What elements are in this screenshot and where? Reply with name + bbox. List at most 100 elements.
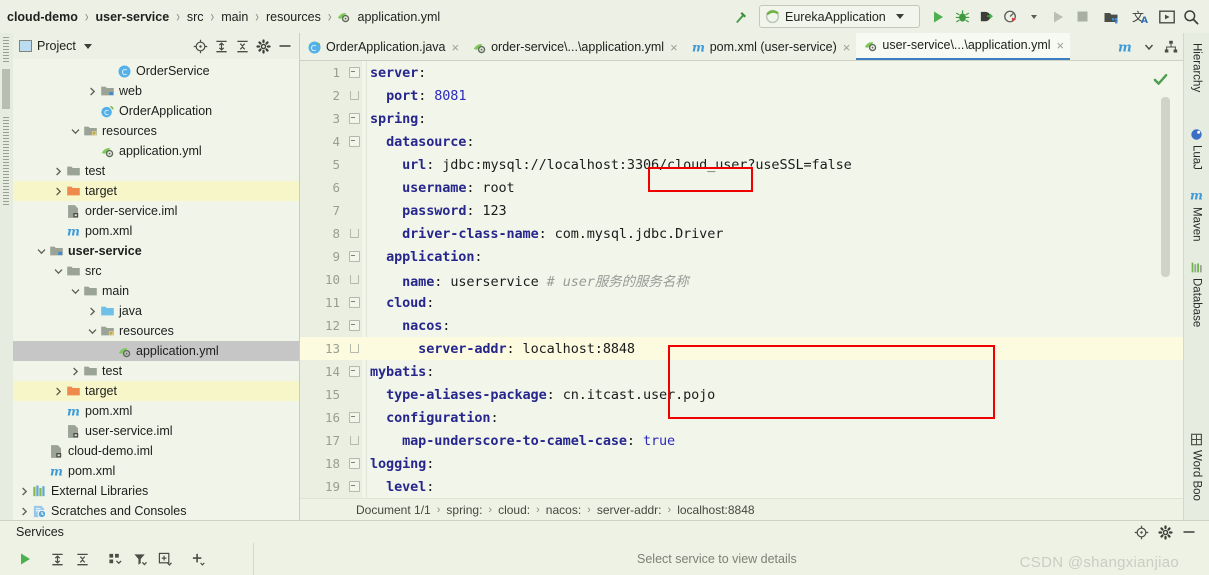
breadcrumb-item-cloud-demo[interactable]: cloud-demo — [4, 10, 81, 24]
code-line[interactable]: 10 name: userservice # user服务的服务名称 — [300, 268, 1184, 291]
code-line[interactable]: 13 server-addr: localhost:8848 — [300, 337, 1184, 360]
settings-gear-icon[interactable] — [1153, 521, 1177, 543]
editor-breadcrumb-item[interactable]: Document 1/1 — [356, 503, 431, 517]
group-icon[interactable] — [103, 544, 128, 574]
chevron-right-icon[interactable] — [85, 81, 99, 101]
chevron-right-icon[interactable] — [68, 361, 82, 381]
run-configuration-selector[interactable]: EurekaApplication — [759, 5, 920, 28]
editor-breadcrumb-item[interactable]: localhost:8848 — [677, 503, 754, 517]
code-line[interactable]: 1 server: — [300, 61, 1184, 84]
chevron-down-icon[interactable] — [85, 321, 99, 341]
search-everywhere-button[interactable] — [1180, 5, 1202, 29]
code-line[interactable]: 11 cloud: — [300, 291, 1184, 314]
editor-breadcrumb-item[interactable]: nacos: — [546, 503, 581, 517]
tree-node-orderservice[interactable]: C OrderService — [13, 61, 299, 81]
right-tab-hierarchy[interactable]: Hierarchy — [1184, 43, 1209, 92]
add-tab-icon[interactable] — [153, 544, 178, 574]
run-icon[interactable] — [12, 544, 37, 574]
tree-node-resources[interactable]: resources — [13, 121, 299, 141]
right-tab-database[interactable]: Database — [1184, 261, 1209, 327]
tree-node-order-service-iml[interactable]: order-service.iml — [13, 201, 299, 221]
chevron-right-icon[interactable] — [51, 381, 65, 401]
chevron-right-icon[interactable] — [51, 181, 65, 201]
strip-grip-handle[interactable] — [2, 69, 10, 109]
right-tab-maven[interactable]: m Maven — [1184, 188, 1209, 242]
tree-node-user-service[interactable]: user-service — [13, 241, 299, 261]
code-line[interactable]: 17 map-underscore-to-camel-case: true — [300, 429, 1184, 452]
code-line[interactable]: 2 port: 8081 — [300, 84, 1184, 107]
code-line[interactable]: 4 datasource: — [300, 130, 1184, 153]
breadcrumb-item-resources[interactable]: resources — [263, 10, 324, 24]
tree-node-pom-xml[interactable]: m pom.xml — [13, 221, 299, 241]
editor-tab-pom-xml-user-service-[interactable]: m pom.xml (user-service) × — [684, 34, 857, 60]
code-editor[interactable]: 1 server: 2 port: 8081 3 spring: 4 datasource… — [300, 61, 1184, 498]
chevron-down-icon[interactable] — [68, 281, 82, 301]
fold-collapse-icon[interactable] — [346, 67, 362, 78]
fold-collapse-icon[interactable] — [346, 366, 362, 377]
chevron-down-icon[interactable] — [895, 14, 904, 19]
code-line[interactable]: 15 type-aliases-package: cn.itcast.user.… — [300, 383, 1184, 406]
overflow-tab-maven-icon[interactable]: m — [1113, 35, 1137, 59]
structure-icon[interactable] — [1161, 35, 1181, 59]
tree-node-scratches-and-consoles[interactable]: Scratches and Consoles — [13, 501, 299, 521]
fold-collapse-icon[interactable] — [346, 251, 362, 262]
code-line[interactable]: 18 logging: — [300, 452, 1184, 475]
breadcrumb-item-user-service[interactable]: user-service — [93, 10, 173, 24]
code-line[interactable]: 3 spring: — [300, 107, 1184, 130]
breadcrumb-item-application-yml[interactable]: application.yml — [336, 9, 444, 24]
tree-node-user-service-iml[interactable]: user-service.iml — [13, 421, 299, 441]
locate-icon[interactable] — [190, 36, 211, 56]
tree-node-src[interactable]: src — [13, 261, 299, 281]
close-icon[interactable]: × — [452, 40, 460, 55]
run-button[interactable] — [927, 5, 949, 29]
fold-collapse-icon[interactable] — [346, 458, 362, 469]
fold-collapse-icon[interactable] — [346, 481, 362, 492]
fold-collapse-icon[interactable] — [346, 412, 362, 423]
editor-tab-order-service-application-yml[interactable]: order-service\...\application.yml × — [465, 34, 684, 60]
expand-all-icon[interactable] — [211, 36, 232, 56]
chevron-right-icon[interactable] — [51, 161, 65, 181]
hammer-icon[interactable] — [730, 5, 752, 29]
fold-collapse-icon[interactable] — [346, 136, 362, 147]
chevron-down-icon[interactable] — [68, 121, 82, 141]
green-check-icon[interactable] — [1153, 72, 1168, 90]
run-with-coverage-button[interactable] — [975, 5, 997, 29]
profile-button[interactable] — [999, 5, 1021, 29]
debug-button[interactable] — [951, 5, 973, 29]
tree-node-application-yml[interactable]: application.yml — [13, 341, 299, 361]
chevron-down-icon[interactable] — [83, 43, 92, 49]
code-line[interactable]: 16 configuration: — [300, 406, 1184, 429]
code-line[interactable]: 6 username: root — [300, 176, 1184, 199]
tree-node-cloud-demo-iml[interactable]: cloud-demo.iml — [13, 441, 299, 461]
breadcrumb-item-src[interactable]: src — [184, 10, 207, 24]
tree-node-main[interactable]: main — [13, 281, 299, 301]
chevron-down-icon[interactable] — [51, 261, 65, 281]
chevron-right-icon[interactable] — [17, 501, 31, 521]
tree-node-resources[interactable]: resources — [13, 321, 299, 341]
code-line[interactable]: 19 level: — [300, 475, 1184, 498]
project-tree[interactable]: C OrderService web C OrderApplication resourc… — [13, 59, 299, 522]
close-icon[interactable]: × — [1057, 38, 1065, 53]
chevron-down-icon[interactable] — [1139, 35, 1159, 59]
code-lines[interactable]: 1 server: 2 port: 8081 3 spring: 4 datasource… — [300, 61, 1184, 498]
editor-tab-user-service-application-yml[interactable]: user-service\...\application.yml × — [856, 33, 1071, 60]
add-icon[interactable] — [186, 544, 211, 574]
chevron-right-icon[interactable] — [85, 301, 99, 321]
collapse-all-icon[interactable] — [70, 544, 95, 574]
close-icon[interactable]: × — [843, 40, 851, 55]
code-line[interactable]: 12 nacos: — [300, 314, 1184, 337]
fold-collapse-icon[interactable] — [346, 320, 362, 331]
expand-all-icon[interactable] — [45, 544, 70, 574]
right-tab-luaj[interactable]: LuaJ — [1184, 128, 1209, 170]
tree-node-test[interactable]: test — [13, 161, 299, 181]
code-line[interactable]: 8 driver-class-name: com.mysql.jdbc.Driv… — [300, 222, 1184, 245]
profile-dropdown[interactable] — [1023, 5, 1045, 29]
tree-node-pom-xml[interactable]: m pom.xml — [13, 401, 299, 421]
editor-scrollbar[interactable] — [1161, 97, 1170, 277]
settings-gear-icon[interactable] — [253, 36, 274, 56]
chevron-right-icon[interactable] — [17, 481, 31, 501]
collapse-all-icon[interactable] — [232, 36, 253, 56]
tree-node-external-libraries[interactable]: External Libraries — [13, 481, 299, 501]
tree-node-target[interactable]: target — [13, 381, 299, 401]
editor-breadcrumb-item[interactable]: cloud: — [498, 503, 530, 517]
